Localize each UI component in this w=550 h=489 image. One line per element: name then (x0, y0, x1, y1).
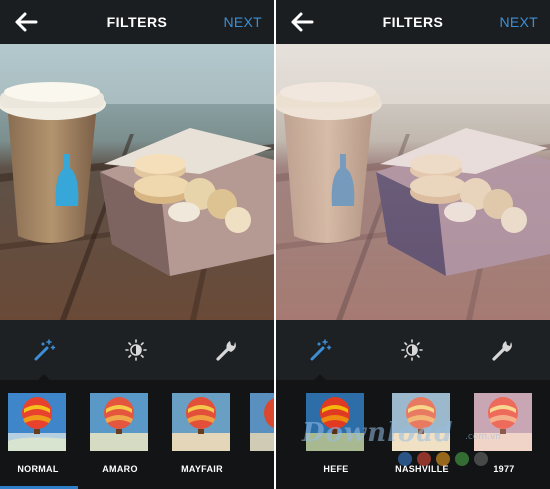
filter-hefe[interactable]: HEFE (296, 380, 376, 489)
brightness-icon (125, 339, 147, 361)
filter-label: 1977 (493, 464, 515, 474)
filter-strip[interactable]: HEFE NASHVILLE 1977 (276, 380, 550, 489)
screen-filtered: FILTERS NEXT HEFE NASHVILLE 1977 (276, 0, 550, 489)
coffee-macarons-photo (0, 44, 274, 320)
filter-label: NASHVILLE (395, 464, 449, 474)
tool-bar (0, 320, 274, 380)
balloon-thumbnail (250, 393, 274, 451)
filters-tool[interactable] (308, 338, 332, 362)
filter-normal[interactable]: NORMAL (0, 380, 78, 489)
filter-label: MAYFAIR (181, 464, 223, 474)
filter-1977[interactable]: 1977 (464, 380, 544, 489)
magic-wand-icon (34, 339, 56, 361)
filter-mayfair[interactable]: MAYFAIR (162, 380, 242, 489)
brightness-icon (401, 339, 423, 361)
balloon-thumbnail (306, 393, 364, 451)
filter-strip[interactable]: NORMAL AMARO MAYFAIR (0, 380, 274, 489)
balloon-thumbnail (8, 393, 66, 451)
filter-label: NORMAL (17, 464, 59, 474)
edit-tool[interactable] (490, 338, 514, 362)
header: FILTERS NEXT (0, 0, 274, 44)
tool-bar (276, 320, 550, 380)
photo-preview (0, 44, 274, 320)
screen-normal: FILTERS NEXT NORMAL AMARO MAYFAIR (0, 0, 274, 489)
filter-nashville[interactable]: NASHVILLE (382, 380, 462, 489)
edit-tool[interactable] (214, 338, 238, 362)
filter-amaro[interactable]: AMARO (80, 380, 160, 489)
lux-tool[interactable] (400, 338, 424, 362)
filter-label: R (240, 464, 274, 474)
balloon-thumbnail (90, 393, 148, 451)
balloon-thumbnail (172, 393, 230, 451)
next-button[interactable]: NEXT (499, 14, 538, 30)
filters-tool[interactable] (32, 338, 56, 362)
wrench-icon (492, 341, 512, 361)
next-button[interactable]: NEXT (223, 14, 262, 30)
wrench-icon (216, 341, 236, 361)
photo-preview (276, 44, 550, 320)
filter-label: AMARO (102, 464, 138, 474)
balloon-thumbnail (392, 393, 450, 451)
filter-label: HEFE (323, 464, 349, 474)
magic-wand-icon (310, 339, 332, 361)
header: FILTERS NEXT (276, 0, 550, 44)
filter-partial[interactable]: R (240, 380, 274, 489)
lux-tool[interactable] (124, 338, 148, 362)
balloon-thumbnail (474, 393, 532, 451)
